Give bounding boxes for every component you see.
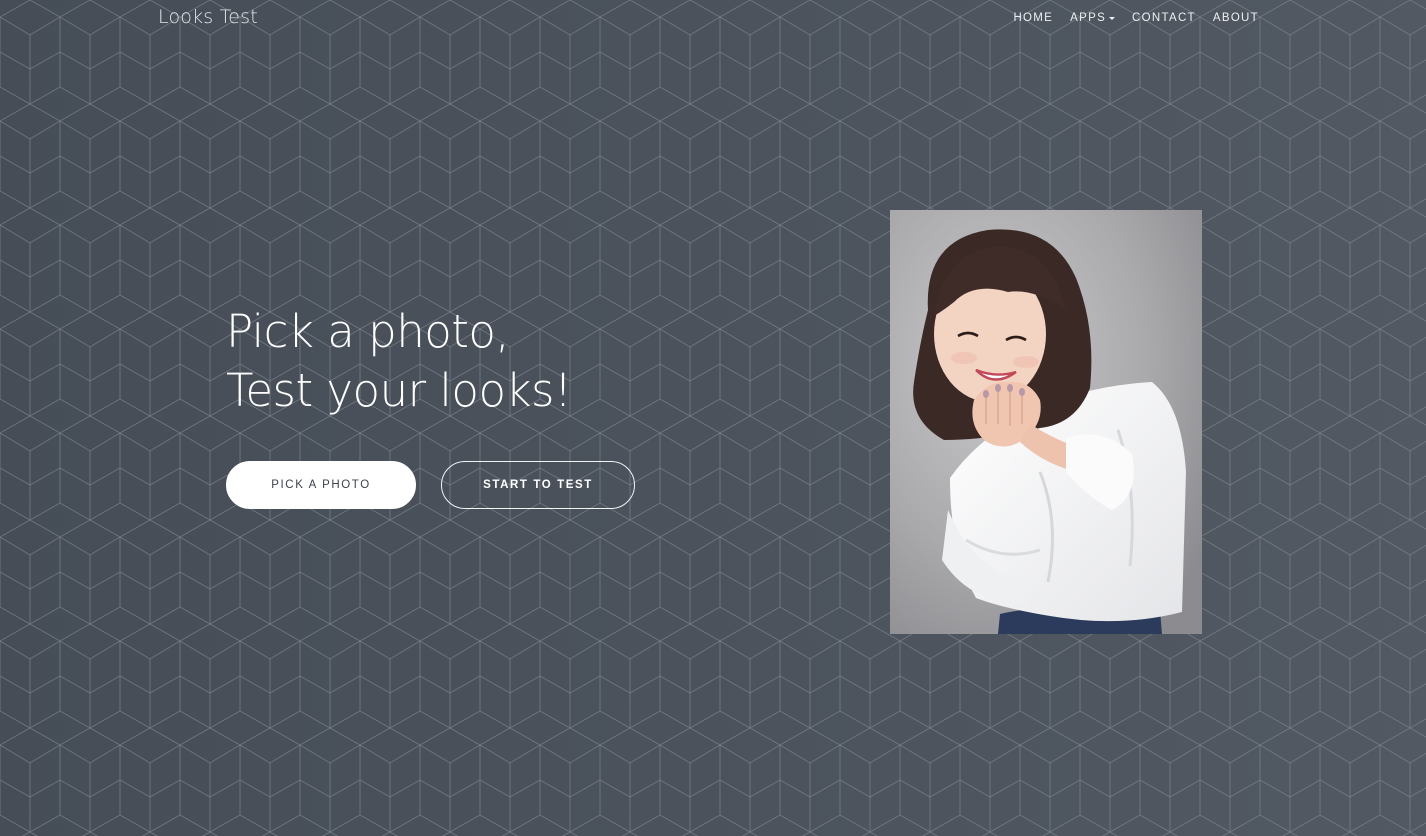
hero-headline-line-1: Pick a photo, xyxy=(226,305,510,358)
navbar: Looks Test HOME APPS CONTACT ABOUT xyxy=(0,0,1426,38)
nav-contact-label: CONTACT xyxy=(1132,12,1196,24)
hero-headline-line-2: Test your looks! xyxy=(226,364,572,417)
nav-about[interactable]: ABOUT xyxy=(1213,12,1259,24)
nav-home-label: HOME xyxy=(1013,12,1054,24)
nav-about-label: ABOUT xyxy=(1212,12,1259,24)
nav-menu: HOME APPS CONTACT ABOUT xyxy=(1013,12,1259,24)
nav-home[interactable]: HOME xyxy=(1013,12,1053,24)
start-test-button[interactable]: START TO TEST xyxy=(441,461,635,509)
nav-apps-dropdown[interactable]: APPS xyxy=(1070,12,1116,24)
portrait-photo xyxy=(890,210,1202,634)
nav-contact[interactable]: CONTACT xyxy=(1132,12,1196,24)
background-pattern xyxy=(0,0,1426,836)
caret-down-icon xyxy=(1109,16,1116,20)
nav-apps-label: APPS xyxy=(1070,12,1107,24)
brand-link[interactable]: Looks Test xyxy=(158,6,258,28)
hero-headline: Pick a photo, Test your looks! xyxy=(226,302,572,420)
pick-photo-button[interactable]: PICK A PHOTO xyxy=(226,461,416,509)
